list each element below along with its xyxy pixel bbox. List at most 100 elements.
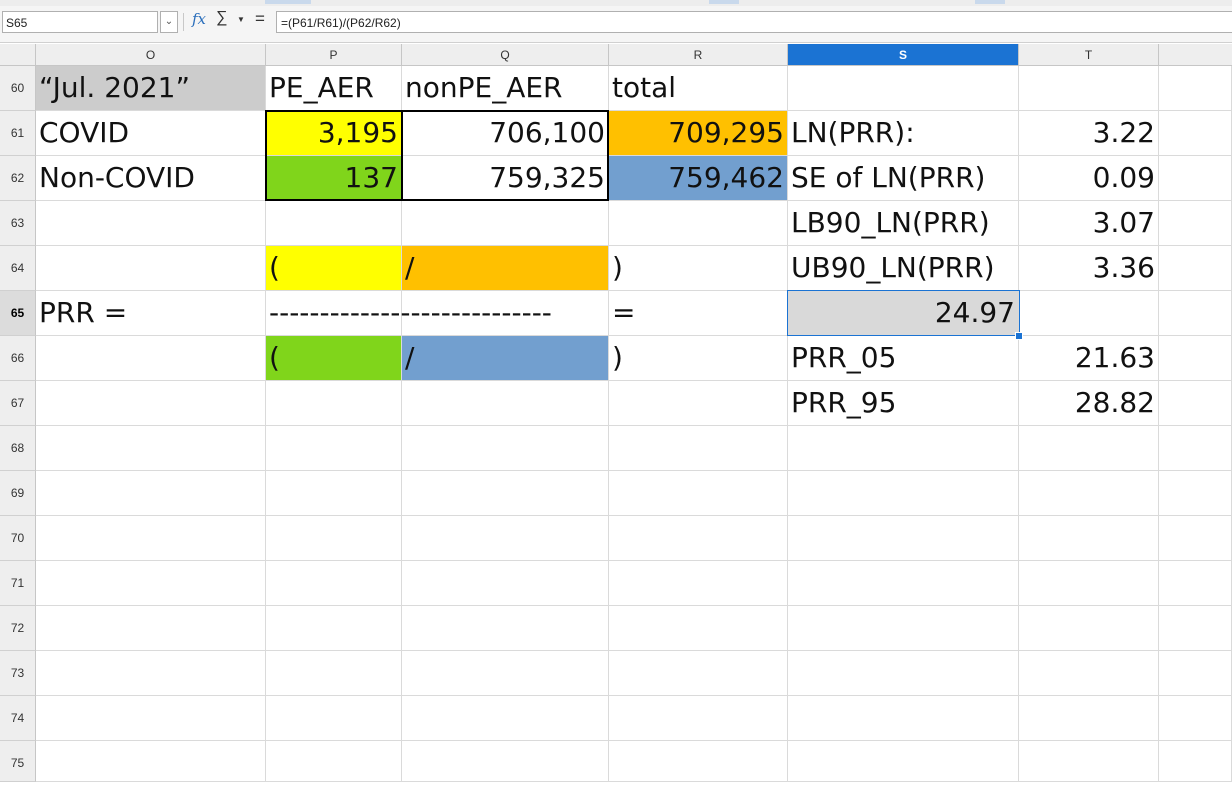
cell-r62[interactable]: 759,462 <box>609 156 788 201</box>
row-header-62[interactable]: 62 <box>0 156 36 201</box>
grid-cell[interactable] <box>609 741 788 782</box>
grid-cell[interactable] <box>266 426 402 471</box>
cell-p65[interactable]: ---------------------------- <box>266 291 609 336</box>
grid-cell[interactable] <box>266 471 402 516</box>
grid-cell[interactable] <box>266 606 402 651</box>
function-wizard-icon[interactable]: fx <box>192 10 206 28</box>
row-header-73[interactable]: 73 <box>0 651 36 696</box>
grid-cell[interactable] <box>36 741 266 782</box>
grid-cell[interactable] <box>1159 426 1232 471</box>
grid-cell[interactable] <box>402 426 609 471</box>
cell-t62[interactable]: 0.09 <box>1019 156 1159 201</box>
grid-cell[interactable] <box>402 471 609 516</box>
grid-cell[interactable] <box>788 606 1019 651</box>
grid-cell[interactable] <box>1019 66 1159 111</box>
cell-p62[interactable]: 137 <box>266 156 402 201</box>
grid-cell[interactable] <box>1159 561 1232 606</box>
grid-cell[interactable] <box>1159 336 1232 381</box>
cell-p64[interactable]: ( <box>266 246 402 291</box>
grid-cell[interactable] <box>1019 561 1159 606</box>
grid-cell[interactable] <box>1159 66 1232 111</box>
grid-cell[interactable] <box>1159 471 1232 516</box>
grid-cell[interactable] <box>36 336 266 381</box>
chevron-down-icon[interactable]: ⌄ <box>160 11 178 33</box>
grid-cell[interactable] <box>402 651 609 696</box>
row-header-74[interactable]: 74 <box>0 696 36 741</box>
grid-cell[interactable] <box>788 741 1019 782</box>
grid-cell[interactable] <box>609 426 788 471</box>
row-header-63[interactable]: 63 <box>0 201 36 246</box>
cell-r65[interactable]: = <box>609 291 788 336</box>
cell-t66[interactable]: 21.63 <box>1019 336 1159 381</box>
cell-t67[interactable]: 28.82 <box>1019 381 1159 426</box>
grid-cell[interactable] <box>788 696 1019 741</box>
cell-r66[interactable]: ) <box>609 336 788 381</box>
column-header-o[interactable]: O <box>36 44 266 66</box>
grid-cell[interactable] <box>609 651 788 696</box>
grid-cell[interactable] <box>266 201 402 246</box>
cell-o65[interactable]: PRR = <box>36 291 266 336</box>
cell-s63[interactable]: LB90_LN(PRR) <box>788 201 1019 246</box>
grid-cell[interactable] <box>402 381 609 426</box>
cell-p61[interactable]: 3,195 <box>266 111 402 156</box>
cell-q62[interactable]: 759,325 <box>402 156 609 201</box>
grid-cell[interactable] <box>1159 246 1232 291</box>
cell-s61[interactable]: LN(PRR): <box>788 111 1019 156</box>
cell-p66[interactable]: ( <box>266 336 402 381</box>
grid-cell[interactable] <box>36 426 266 471</box>
select-all-corner[interactable] <box>0 44 36 66</box>
grid-cell[interactable] <box>36 606 266 651</box>
grid-cell[interactable] <box>1159 741 1232 782</box>
cell-o60[interactable]: “Jul. 2021” <box>36 66 266 111</box>
cell-q60[interactable]: nonPE_AER <box>402 66 609 111</box>
row-header-67[interactable]: 67 <box>0 381 36 426</box>
cell-r61[interactable]: 709,295 <box>609 111 788 156</box>
grid-cell[interactable] <box>402 561 609 606</box>
grid-cell[interactable] <box>1159 156 1232 201</box>
grid-cell[interactable] <box>402 696 609 741</box>
grid-cell[interactable] <box>609 471 788 516</box>
grid-cell[interactable] <box>788 561 1019 606</box>
cell-p60[interactable]: PE_AER <box>266 66 402 111</box>
cell-s67[interactable]: PRR_95 <box>788 381 1019 426</box>
grid-cell[interactable] <box>609 201 788 246</box>
cell-q61[interactable]: 706,100 <box>402 111 609 156</box>
grid-cell[interactable] <box>36 381 266 426</box>
cell-s64[interactable]: UB90_LN(PRR) <box>788 246 1019 291</box>
row-header-68[interactable]: 68 <box>0 426 36 471</box>
row-header-66[interactable]: 66 <box>0 336 36 381</box>
grid-cell[interactable] <box>1159 606 1232 651</box>
formula-icon[interactable]: = <box>255 9 265 29</box>
grid-cell[interactable] <box>36 516 266 561</box>
row-header-61[interactable]: 61 <box>0 111 36 156</box>
row-header-60[interactable]: 60 <box>0 66 36 111</box>
grid-cell[interactable] <box>1159 201 1232 246</box>
grid-cell[interactable] <box>266 561 402 606</box>
grid-cell[interactable] <box>266 696 402 741</box>
column-header-q[interactable]: Q <box>402 44 609 66</box>
grid-cell[interactable] <box>1159 111 1232 156</box>
grid-cell[interactable] <box>266 741 402 782</box>
grid-cell[interactable] <box>788 471 1019 516</box>
grid-cell[interactable] <box>1159 381 1232 426</box>
grid-cell[interactable] <box>788 426 1019 471</box>
grid-cell[interactable] <box>36 651 266 696</box>
column-header-s[interactable]: S <box>788 44 1019 66</box>
cell-t64[interactable]: 3.36 <box>1019 246 1159 291</box>
row-header-65[interactable]: 65 <box>0 291 36 336</box>
row-header-72[interactable]: 72 <box>0 606 36 651</box>
grid-cell[interactable] <box>266 381 402 426</box>
grid-cell[interactable] <box>266 651 402 696</box>
grid-cell[interactable] <box>266 516 402 561</box>
cell-o62[interactable]: Non-COVID <box>36 156 266 201</box>
grid-cell[interactable] <box>36 471 266 516</box>
name-box[interactable]: S65 <box>2 11 158 33</box>
grid-cell[interactable] <box>1159 516 1232 561</box>
grid-cell[interactable] <box>1019 471 1159 516</box>
row-header-69[interactable]: 69 <box>0 471 36 516</box>
grid-cell[interactable] <box>402 606 609 651</box>
grid-cell[interactable] <box>36 201 266 246</box>
row-header-75[interactable]: 75 <box>0 741 36 782</box>
row-header-70[interactable]: 70 <box>0 516 36 561</box>
grid-cell[interactable] <box>402 741 609 782</box>
